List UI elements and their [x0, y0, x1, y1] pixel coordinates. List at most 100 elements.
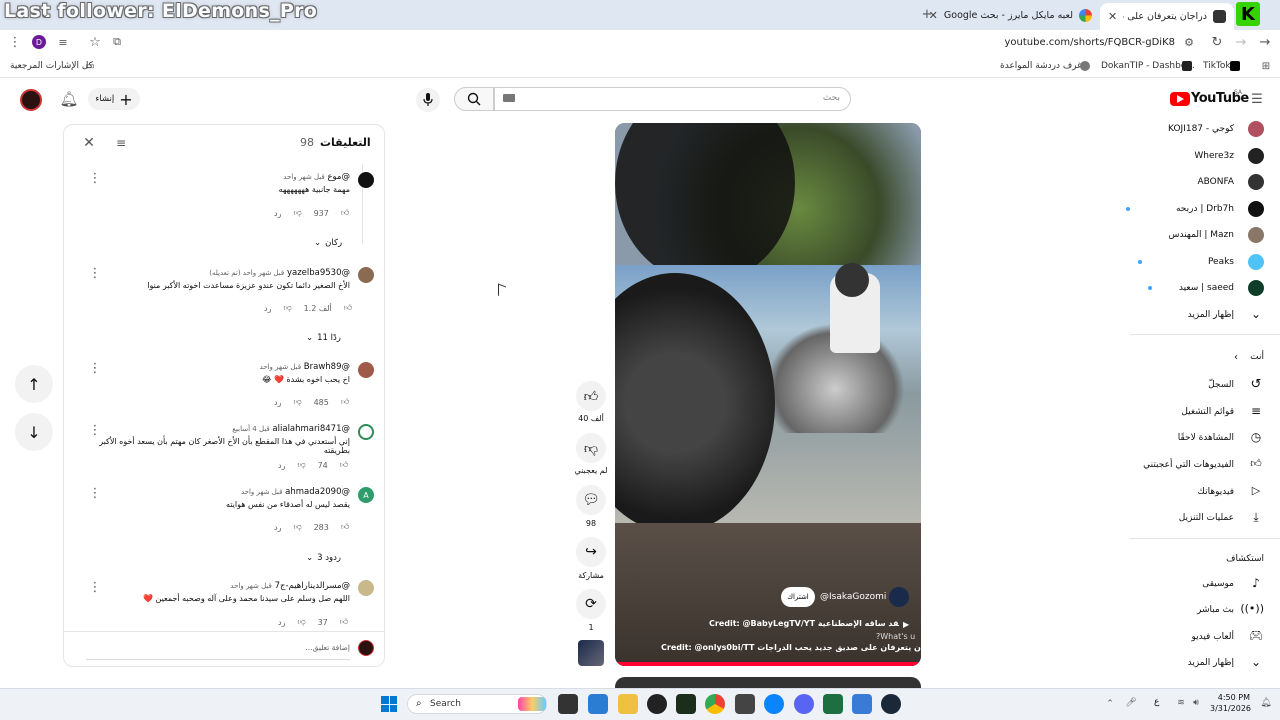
- like-icon[interactable]: 👍︎: [344, 303, 352, 313]
- comment-author[interactable]: @alialahmari8471: [272, 424, 350, 434]
- reply-button[interactable]: رد: [274, 523, 281, 532]
- short-video-player[interactable]: @IsakaGozomi اشتراك ▶ Credit: @BabyLegTV…: [615, 123, 921, 666]
- replies-toggle[interactable]: ⌄ ركان: [314, 238, 342, 248]
- sidebar-item-history[interactable]: ↺ السجلّ: [1124, 372, 1264, 398]
- dislike-icon[interactable]: 👎︎: [297, 460, 305, 470]
- discord-icon[interactable]: [794, 694, 814, 714]
- share-button[interactable]: ↪: [576, 537, 606, 567]
- video-progress[interactable]: [615, 662, 921, 666]
- all-bookmarks-label[interactable]: كل الإشارات المرجعية: [10, 61, 93, 71]
- clock[interactable]: 4:50 PM 3/31/2026: [1210, 692, 1251, 714]
- microphone-icon[interactable]: 🎤︎: [1125, 697, 1137, 709]
- like-icon[interactable]: 👍︎: [341, 208, 349, 218]
- replies-toggle[interactable]: ⌄ 3 ردود: [306, 553, 341, 563]
- sidebar-item-liked-videos[interactable]: 👍︎ الفيديوهات التي أعجبتني: [1124, 452, 1264, 478]
- sidebar-item-subscription[interactable]: كوجي - KOJI187: [1124, 116, 1264, 142]
- sidebar-item-gaming[interactable]: 🎮︎ ألعاب فيديو: [1124, 624, 1264, 650]
- taskbar-app-icon[interactable]: [764, 694, 784, 714]
- sidebar-item-watch-later[interactable]: ◷ المشاهدة لاحقًا: [1124, 425, 1264, 451]
- sidebar-item-subscription[interactable]: ABONFA: [1124, 169, 1264, 195]
- reply-button[interactable]: رد: [274, 209, 281, 218]
- reload-icon[interactable]: ↻: [1210, 35, 1224, 50]
- chrome-icon[interactable]: [705, 694, 725, 714]
- bookmark-chat-rooms[interactable]: غرف دردشة المواعدة...: [1000, 61, 1090, 71]
- tab-close-icon[interactable]: ✕: [1108, 10, 1117, 23]
- like-button[interactable]: 👍︎: [576, 381, 606, 411]
- sidebar-item-subscription[interactable]: Drb7h | دربحه: [1124, 196, 1264, 222]
- menu-dots-icon[interactable]: ⋮: [8, 35, 22, 50]
- bookmark-dokantip[interactable]: DokanTIP - Dashbo...: [1101, 61, 1195, 71]
- play-icon[interactable]: ▶: [903, 620, 909, 629]
- comment-author[interactable]: @Brawh89: [304, 362, 350, 372]
- wifi-icon[interactable]: ≋: [1175, 697, 1187, 709]
- forward-icon[interactable]: →: [1234, 35, 1248, 50]
- like-icon[interactable]: 👍︎: [340, 460, 348, 470]
- channel-name[interactable]: @IsakaGozomi: [820, 592, 886, 602]
- apps-grid-icon[interactable]: ⊞: [1260, 60, 1272, 72]
- file-explorer-icon[interactable]: [618, 694, 638, 714]
- keyboard-icon[interactable]: [503, 94, 515, 102]
- close-comments-icon[interactable]: ✕: [82, 135, 96, 151]
- sidebar-you-header[interactable]: أنت ›: [1124, 344, 1264, 370]
- search-input[interactable]: بحث: [494, 87, 851, 111]
- tab-search-icon[interactable]: ⌄: [38, 7, 52, 21]
- terminal-icon[interactable]: [676, 694, 696, 714]
- reply-button[interactable]: رد: [278, 618, 285, 627]
- replies-toggle[interactable]: ⌄ 11 ردًا: [306, 333, 341, 343]
- remix-button[interactable]: ⟳: [576, 589, 606, 619]
- channel-avatar[interactable]: [889, 587, 909, 607]
- sidebar-show-more[interactable]: ⌄ إظهار المزيد: [1124, 650, 1264, 676]
- sort-icon[interactable]: ≡: [114, 136, 128, 150]
- sidebar-item-subscription[interactable]: Where3z: [1124, 143, 1264, 169]
- avatar[interactable]: [358, 267, 374, 283]
- comments-button[interactable]: 💬︎: [576, 485, 606, 515]
- notifications-bell-icon[interactable]: 🔔︎: [59, 90, 78, 108]
- taskbar-app-icon[interactable]: [735, 694, 755, 714]
- avatar[interactable]: [358, 424, 374, 440]
- sidebar-item-subscription[interactable]: saeed | سعيد: [1124, 275, 1264, 301]
- add-comment-input[interactable]: إضافة تعليق...: [86, 640, 350, 660]
- volume-icon[interactable]: 🔊︎: [1190, 697, 1202, 709]
- dislike-icon[interactable]: 👎︎: [293, 522, 301, 532]
- like-icon[interactable]: 👍︎: [340, 617, 348, 627]
- sidebar-item-your-videos[interactable]: ▷ فيديوهاتك: [1124, 479, 1264, 505]
- windows-start-icon[interactable]: [381, 696, 397, 712]
- tab-google-search[interactable]: لعبه مايكل مايرز - بحث Google ✕: [929, 0, 1100, 30]
- new-tab-icon[interactable]: +: [920, 7, 934, 22]
- notification-bell-icon[interactable]: 🔔︎: [1260, 697, 1272, 709]
- dislike-icon[interactable]: 👎︎: [293, 397, 301, 407]
- chevron-up-icon[interactable]: ⌃: [1104, 698, 1116, 710]
- taskbar-app-icon[interactable]: [852, 694, 872, 714]
- sidebar-item-music[interactable]: ♪ موسيقى: [1124, 571, 1264, 597]
- dislike-icon[interactable]: 👎︎: [283, 303, 291, 313]
- back-icon[interactable]: →: [1258, 35, 1272, 50]
- language-indicator[interactable]: ع: [1154, 697, 1159, 707]
- avatar[interactable]: [358, 172, 374, 188]
- steam-icon[interactable]: [881, 694, 901, 714]
- taskbar-app-icon[interactable]: [558, 694, 578, 714]
- taskbar-app-icon[interactable]: [588, 694, 608, 714]
- sidebar-item-subscription[interactable]: Mazn | المهندس: [1124, 222, 1264, 248]
- site-settings-icon[interactable]: ⚙: [1182, 35, 1196, 49]
- reply-button[interactable]: رد: [274, 398, 281, 407]
- bookmark-star-icon[interactable]: ☆: [88, 35, 102, 50]
- avatar[interactable]: [358, 580, 374, 596]
- excel-icon[interactable]: [823, 694, 843, 714]
- sidebar-item-live[interactable]: ((•)) بث مباشر: [1124, 597, 1264, 623]
- search-button[interactable]: [454, 87, 494, 111]
- like-icon[interactable]: 👍︎: [341, 522, 349, 532]
- bookmark-tiktok[interactable]: TikTok: [1203, 61, 1231, 71]
- hamburger-menu-icon[interactable]: ☰: [1250, 92, 1264, 107]
- avatar[interactable]: [358, 362, 374, 378]
- comment-author[interactable]: @yazelba9530: [287, 268, 350, 278]
- comment-author[interactable]: @مسرالديناراهيم-ج7: [275, 581, 350, 591]
- sidebar-item-downloads[interactable]: ⤓ عمليات التنزيل: [1124, 505, 1264, 531]
- sidebar-show-more[interactable]: ⌄ إظهار المزيد: [1124, 302, 1264, 328]
- create-button[interactable]: إنشاء +: [88, 88, 140, 110]
- reply-button[interactable]: رد: [278, 461, 285, 470]
- url-text[interactable]: youtube.com/shorts/FQBCR-gDiK8: [960, 37, 1175, 48]
- sidebar-item-subscription[interactable]: Peaks: [1124, 249, 1264, 275]
- youtube-logo-icon[interactable]: [1170, 92, 1190, 106]
- comment-author[interactable]: @موع: [327, 172, 350, 182]
- account-avatar[interactable]: [20, 89, 42, 111]
